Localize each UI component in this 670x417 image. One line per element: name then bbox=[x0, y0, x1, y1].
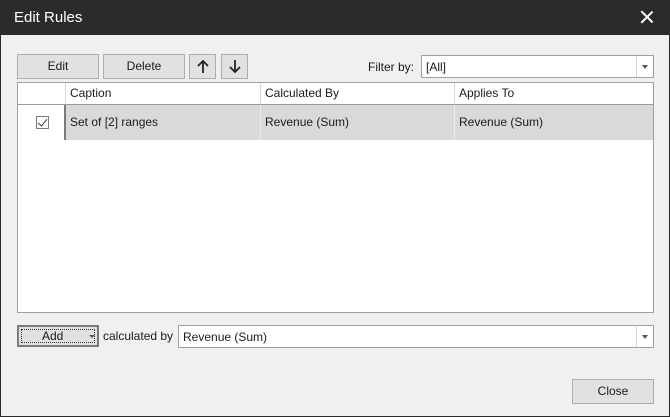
edit-rules-dialog: Edit Rules Edit Delete Filter by: [All] … bbox=[0, 0, 670, 417]
filter-select[interactable]: [All] bbox=[421, 55, 654, 78]
calculated-by-select[interactable]: Revenue (Sum) bbox=[178, 325, 654, 348]
add-button[interactable]: Add bbox=[17, 325, 99, 347]
chevron-down-icon[interactable] bbox=[636, 326, 653, 347]
dropdown-caret-icon bbox=[89, 335, 95, 338]
row-check-cell bbox=[18, 105, 66, 140]
move-down-button[interactable] bbox=[221, 54, 248, 79]
column-header-calculated-by[interactable]: Calculated By bbox=[261, 83, 455, 105]
add-button-label: Add bbox=[42, 329, 64, 343]
caption-cell: Set of [2] ranges bbox=[66, 105, 261, 140]
column-header-check[interactable] bbox=[18, 83, 66, 105]
column-header-caption[interactable]: Caption bbox=[66, 83, 261, 105]
dialog-title: Edit Rules bbox=[14, 9, 83, 26]
move-up-button[interactable] bbox=[189, 54, 216, 79]
chevron-down-icon[interactable] bbox=[636, 56, 653, 77]
row-checkbox[interactable] bbox=[36, 116, 49, 129]
delete-button[interactable]: Delete bbox=[103, 54, 185, 79]
close-icon[interactable] bbox=[639, 9, 655, 25]
arrow-up-icon bbox=[197, 59, 209, 73]
edit-button[interactable]: Edit bbox=[17, 54, 99, 79]
filter-value: [All] bbox=[426, 60, 447, 74]
applies-to-cell: Revenue (Sum) bbox=[455, 105, 653, 140]
close-button[interactable]: Close bbox=[572, 379, 654, 404]
calculated-by-label: calculated by bbox=[103, 329, 174, 343]
arrow-down-icon bbox=[229, 60, 241, 74]
calculated-by-value: Revenue (Sum) bbox=[183, 330, 268, 344]
filter-label: Filter by: bbox=[368, 60, 415, 74]
title-bar[interactable]: Edit Rules bbox=[1, 1, 669, 35]
rules-table: Caption Calculated By Applies To Set of … bbox=[17, 82, 654, 313]
table-row[interactable]: Set of [2] ranges Revenue (Sum) Revenue … bbox=[18, 105, 653, 140]
calculated-by-cell: Revenue (Sum) bbox=[261, 105, 455, 140]
column-header-applies-to[interactable]: Applies To bbox=[455, 83, 653, 105]
